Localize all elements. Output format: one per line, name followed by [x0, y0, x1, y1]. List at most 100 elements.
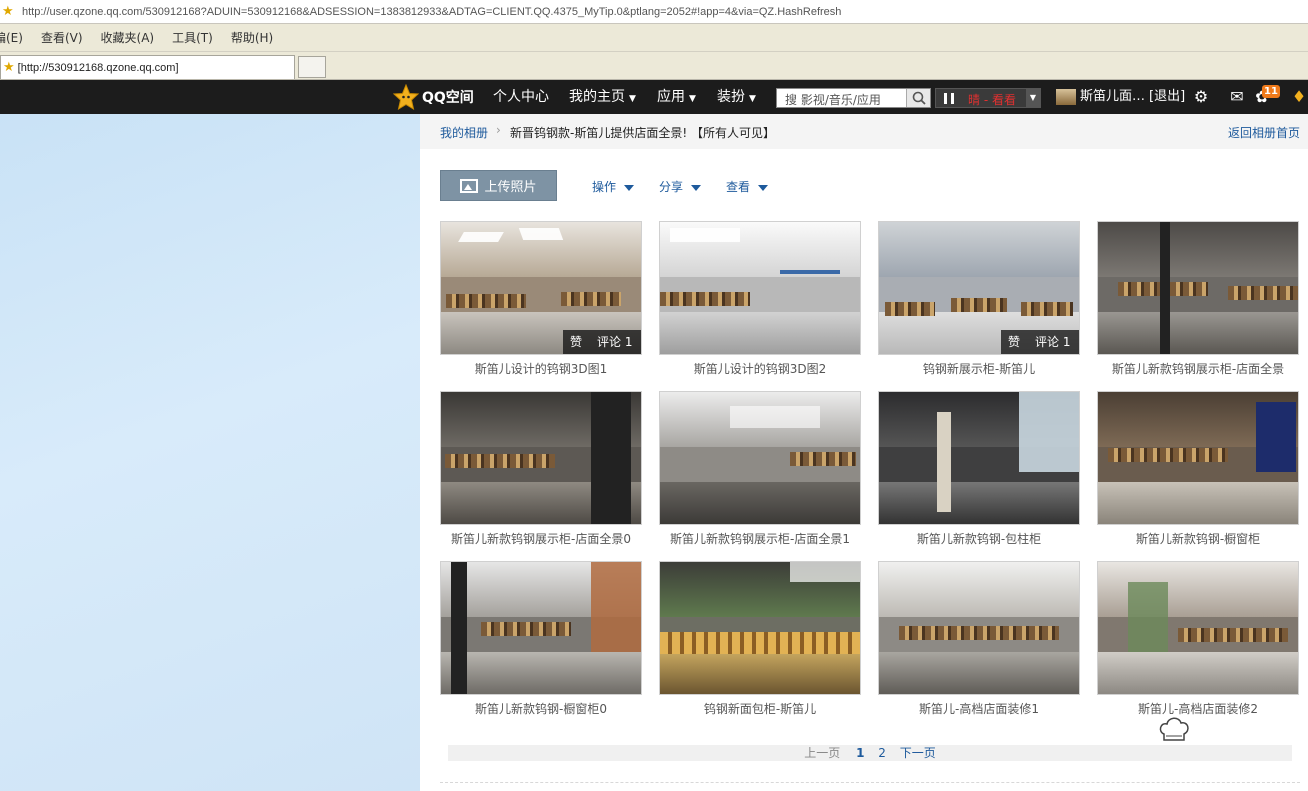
- photo-overlay: 赞 评论 1: [563, 330, 641, 354]
- player-dropdown-icon[interactable]: ▼: [1026, 89, 1040, 107]
- photo-thumbnail[interactable]: [1097, 391, 1299, 525]
- dropdown-arrow-icon: [624, 184, 635, 191]
- gear-icon[interactable]: ⚙: [1192, 88, 1210, 106]
- back-to-album-home-link[interactable]: 返回相册首页: [1228, 124, 1300, 141]
- left-background-panel: [0, 114, 420, 791]
- tab-title: [http://530912168.qzone.qq.com]: [17, 61, 179, 74]
- photo-caption[interactable]: 钨钢新面包柜-斯笛儿: [659, 700, 861, 717]
- page-1-link[interactable]: 1: [856, 746, 864, 760]
- nav-apps-label: 应用: [657, 89, 685, 105]
- photo-caption[interactable]: 斯笛儿设计的钨钢3D图1: [440, 360, 642, 377]
- photo-thumbnail[interactable]: [878, 391, 1080, 525]
- comment-link[interactable]: 评论 1: [597, 330, 632, 354]
- browser-menubar: 编(E) 查看(V) 收藏夹(A) 工具(T) 帮助(H): [0, 24, 1308, 52]
- share-label: 分享: [659, 180, 684, 194]
- photo-item[interactable]: 赞 评论 1 斯笛儿设计的钨钢3D图1: [440, 221, 642, 391]
- dropdown-arrow-icon: [758, 184, 769, 191]
- view-dropdown[interactable]: 查看: [726, 178, 769, 195]
- photo-thumbnail[interactable]: [659, 391, 861, 525]
- music-player[interactable]: 晴 - 看看 ▼: [935, 88, 1041, 108]
- photo-item[interactable]: 斯笛儿新款钨钢-包柱柜: [878, 391, 1080, 561]
- photo-thumbnail[interactable]: [878, 561, 1080, 695]
- search-button[interactable]: [906, 89, 930, 107]
- caret-down-icon: ▼: [689, 94, 696, 104]
- next-page-link[interactable]: 下一页: [900, 746, 936, 760]
- photo-caption[interactable]: 斯笛儿-高档店面装修2: [1097, 700, 1299, 717]
- photo-thumbnail[interactable]: [1097, 221, 1299, 355]
- pause-icon[interactable]: [944, 93, 954, 104]
- menu-help[interactable]: 帮助(H): [231, 29, 273, 46]
- photo-item[interactable]: 斯笛儿-高档店面装修2: [1097, 561, 1299, 731]
- avatar[interactable]: [1056, 89, 1076, 105]
- search-placeholder: 搜 影视/音乐/应用: [785, 93, 881, 107]
- address-bar[interactable]: ★ http://user.qzone.qq.com/530912168?ADU…: [0, 0, 1308, 24]
- photo-caption[interactable]: 斯笛儿新款钨钢展示柜-店面全景0: [440, 530, 642, 547]
- share-dropdown[interactable]: 分享: [659, 178, 702, 195]
- logout-link[interactable]: [退出]: [1149, 80, 1185, 114]
- photo-thumbnail[interactable]: 赞 评论 1: [878, 221, 1080, 355]
- operate-dropdown[interactable]: 操作: [592, 178, 635, 195]
- diamond-icon[interactable]: ♦: [1290, 88, 1308, 106]
- view-label: 查看: [726, 180, 751, 194]
- photo-caption[interactable]: 斯笛儿新款钨钢展示柜-店面全景: [1097, 360, 1299, 377]
- photo-caption[interactable]: 斯笛儿新款钨钢-橱窗柜0: [440, 700, 642, 717]
- photo-caption[interactable]: 斯笛儿-高档店面装修1: [878, 700, 1080, 717]
- photo-caption[interactable]: 斯笛儿新款钨钢展示柜-店面全景1: [659, 530, 861, 547]
- url-text[interactable]: http://user.qzone.qq.com/530912168?ADUIN…: [22, 6, 841, 18]
- nav-dressup[interactable]: 装扮 ▼: [717, 80, 756, 114]
- photo-thumbnail[interactable]: [440, 561, 642, 695]
- logo-text: QQ空间: [422, 90, 474, 106]
- photo-item[interactable]: 斯笛儿新款钨钢-橱窗柜0: [440, 561, 642, 731]
- username[interactable]: 斯笛儿面…: [1080, 80, 1145, 114]
- divider: [440, 782, 1300, 783]
- photo-item[interactable]: 斯笛儿设计的钨钢3D图2: [659, 221, 861, 391]
- tab-favicon-icon: ★: [3, 60, 15, 75]
- mail-icon[interactable]: ✉: [1228, 88, 1246, 106]
- photo-item[interactable]: 赞 评论 1 钨钢新展示柜-斯笛儿: [878, 221, 1080, 391]
- photo-thumbnail[interactable]: [659, 561, 861, 695]
- prev-page-link[interactable]: 上一页: [804, 746, 840, 760]
- photo-item[interactable]: 斯笛儿-高档店面装修1: [878, 561, 1080, 731]
- qzone-topnav: QQ空间 个人中心 我的主页 ▼ 应用 ▼ 装扮 ▼ 搜 影视/音乐/应用 晴 - 看…: [0, 80, 1308, 114]
- nav-my-home[interactable]: 我的主页 ▼: [569, 80, 636, 114]
- photo-item[interactable]: 斯笛儿新款钨钢-橱窗柜: [1097, 391, 1299, 561]
- like-link[interactable]: 赞: [1008, 330, 1020, 354]
- page-2-link[interactable]: 2: [878, 746, 886, 760]
- photo-upload-icon: [460, 178, 479, 193]
- chef-hat-icon: [1159, 717, 1189, 741]
- upload-photo-button[interactable]: 上传照片: [440, 170, 557, 201]
- photo-item[interactable]: 斯笛儿新款钨钢展示柜-店面全景0: [440, 391, 642, 561]
- photo-item[interactable]: 钨钢新面包柜-斯笛儿: [659, 561, 861, 731]
- photo-caption[interactable]: 斯笛儿新款钨钢-橱窗柜: [1097, 530, 1299, 547]
- photo-caption[interactable]: 斯笛儿设计的钨钢3D图2: [659, 360, 861, 377]
- breadcrumb: 我的相册 › 新晋钨钢款-斯笛儿提供店面全景! 【所有人可见】 返回相册首页: [420, 114, 1308, 149]
- photo-item[interactable]: 斯笛儿新款钨钢展示柜-店面全景: [1097, 221, 1299, 391]
- menu-view[interactable]: 查看(V): [41, 29, 83, 46]
- photo-item[interactable]: 斯笛儿新款钨钢展示柜-店面全景1: [659, 391, 861, 561]
- album-title: 新晋钨钢款-斯笛儿提供店面全景! 【所有人可见】: [510, 126, 775, 140]
- operate-label: 操作: [592, 180, 617, 194]
- like-link[interactable]: 赞: [570, 330, 582, 354]
- notification-badge: 11: [1262, 85, 1280, 98]
- photo-thumbnail[interactable]: [1097, 561, 1299, 695]
- album-content: 我的相册 › 新晋钨钢款-斯笛儿提供店面全景! 【所有人可见】 返回相册首页 上…: [420, 114, 1308, 791]
- photo-thumbnail[interactable]: [440, 391, 642, 525]
- menu-tools[interactable]: 工具(T): [172, 29, 213, 46]
- photo-caption[interactable]: 斯笛儿新款钨钢-包柱柜: [878, 530, 1080, 547]
- comment-link[interactable]: 评论 1: [1035, 330, 1070, 354]
- photo-thumbnail[interactable]: 赞 评论 1: [440, 221, 642, 355]
- nav-apps[interactable]: 应用 ▼: [657, 80, 696, 114]
- breadcrumb-chevron-icon: ›: [496, 123, 501, 137]
- menu-favorites[interactable]: 收藏夹(A): [101, 29, 155, 46]
- search-input[interactable]: 搜 影视/音乐/应用: [776, 88, 931, 108]
- menu-edit[interactable]: 编(E): [0, 29, 23, 46]
- breadcrumb-album-link[interactable]: 我的相册: [440, 124, 488, 141]
- new-tab-button[interactable]: [298, 56, 326, 78]
- photo-thumbnail[interactable]: [659, 221, 861, 355]
- nav-personal-center[interactable]: 个人中心: [493, 80, 549, 114]
- caret-down-icon: ▼: [749, 94, 756, 104]
- browser-tab[interactable]: ★ [http://530912168.qzone.qq.com]: [0, 55, 295, 79]
- qzone-logo[interactable]: QQ空间: [393, 84, 474, 110]
- photo-caption[interactable]: 钨钢新展示柜-斯笛儿: [878, 360, 1080, 377]
- favorite-star-icon[interactable]: ★: [2, 4, 18, 20]
